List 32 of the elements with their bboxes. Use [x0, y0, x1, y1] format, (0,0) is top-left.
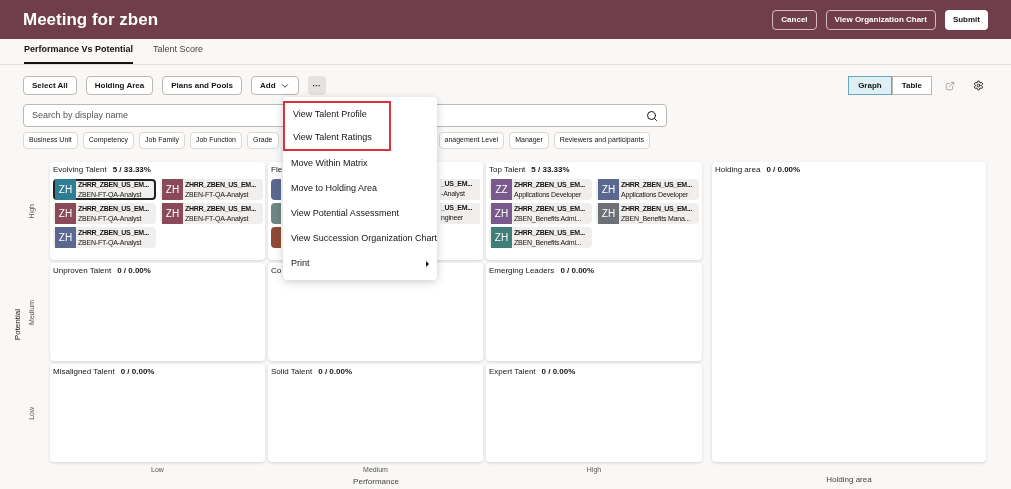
avatar: ZZ [491, 179, 512, 200]
cell-title: Holding area [715, 164, 761, 176]
cell-count: 0 / 0.00% [766, 164, 801, 176]
page-title: Meeting for zben [23, 8, 159, 31]
axis-title: Potential [12, 309, 23, 341]
axis-title: Holding area [826, 474, 872, 486]
cell-count: 0 / 0.00% [541, 366, 576, 378]
cell-count: 5 / 33.33% [531, 164, 570, 176]
avatar: ZH [162, 203, 183, 224]
cell-title: Expert Talent [489, 366, 536, 378]
avatar: ZH [55, 203, 76, 224]
cell-count: 5 / 33.33% [112, 164, 151, 176]
cell-count: 0 / 0.00% [560, 265, 595, 277]
cell-title: Solid Talent [271, 366, 313, 378]
cell-title: Misaligned Talent [53, 366, 115, 378]
avatar: ZH [55, 227, 76, 248]
axis-title: Performance [353, 475, 399, 488]
cell-count: 0 / 0.00% [117, 265, 151, 277]
cell-count: 0 / 0.00% [120, 366, 155, 378]
cell-title: Emerging Leaders [489, 265, 555, 277]
avatar: ZH [55, 179, 76, 200]
avatar: ZH [491, 203, 512, 224]
cell-title: Evolving Talent [53, 164, 107, 176]
cell-count: 0 / 0.00% [318, 366, 353, 378]
avatar: ZH [598, 179, 619, 200]
avatar: ZH [162, 179, 183, 200]
cell-title: Unproven Talent [53, 265, 112, 277]
cell-title: Fle [271, 164, 283, 176]
cell-title: Co [271, 265, 282, 277]
cell-title: Top Talent [489, 164, 526, 176]
avatar: ZH [491, 227, 512, 248]
avatar: ZH [598, 203, 619, 224]
